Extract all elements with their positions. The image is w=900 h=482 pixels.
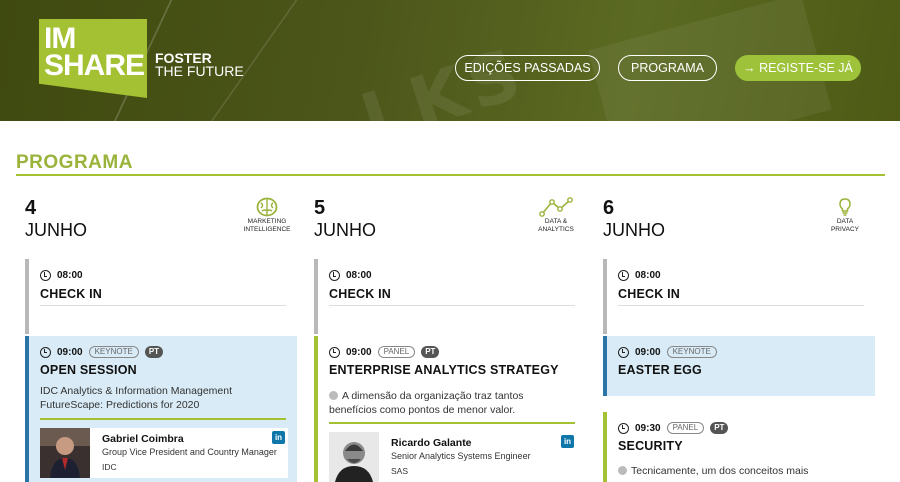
card-green-divider xyxy=(329,422,575,424)
hero-header: LKS IM SHARE FOSTER THE FUTURE EDIÇÕES P… xyxy=(0,0,900,121)
session-time: 08:00 xyxy=(346,270,372,281)
section-divider xyxy=(16,174,885,176)
speaker-role: Senior Analytics Systems Engineer xyxy=(391,451,531,461)
track-marketing-intelligence: MARKETING INTELLIGENCE xyxy=(237,197,297,233)
language-badge: PT xyxy=(421,346,440,358)
session-description: A dimensão da organização traz tantos be… xyxy=(329,389,576,417)
speaker-photo xyxy=(329,432,379,482)
lightbulb-icon xyxy=(839,198,851,216)
clock-icon xyxy=(329,346,340,358)
time-row: 09:30 PANEL PT xyxy=(618,422,729,434)
clock-icon xyxy=(40,270,51,281)
clock-icon xyxy=(618,422,629,434)
session-title: CHECK IN xyxy=(40,287,103,301)
speaker-role: Group Vice President and Country Manager xyxy=(102,447,277,457)
session-title: CHECK IN xyxy=(329,287,392,301)
track-label-line-1: DATA xyxy=(836,218,854,225)
time-row: 09:00 PANEL PT xyxy=(329,346,440,358)
speaker-photo xyxy=(40,428,90,478)
session-title: CHECK IN xyxy=(618,287,681,301)
day-column-3: 6 JUNHO DATA PRIVACY 08:00 CHECK IN 09:0… xyxy=(603,197,875,482)
session-title: SECURITY xyxy=(618,439,683,453)
session-title: EASTER EGG xyxy=(618,363,702,377)
past-editions-button[interactable]: EDIÇÕES PASSADAS xyxy=(455,55,600,81)
session-time: 08:00 xyxy=(635,270,661,281)
card-divider xyxy=(40,305,286,306)
session-type-badge: PANEL xyxy=(666,422,705,434)
brain-icon xyxy=(256,197,278,217)
linkedin-icon[interactable]: in xyxy=(561,435,574,448)
session-description: Tecnicamente, um dos conceitos mais xyxy=(618,464,865,478)
session-title: OPEN SESSION xyxy=(40,363,137,377)
speaker-name: Ricardo Galante xyxy=(391,437,472,449)
speaker-card[interactable]: Ricardo Galante Senior Analytics Systems… xyxy=(329,432,577,482)
register-button[interactable]: → REGISTE-SE JÁ xyxy=(735,55,861,81)
clock-icon xyxy=(618,346,629,358)
description-text-1: Tecnicamente, um dos conceitos mais xyxy=(631,465,809,477)
track-label-line-2: PRIVACY xyxy=(830,226,860,233)
description-icon xyxy=(329,391,338,400)
description-line-1: IDC Analytics & Information Management xyxy=(40,385,233,397)
session-card-enterprise-analytics[interactable]: 09:00 PANEL PT ENTERPRISE ANALYTICS STRA… xyxy=(314,336,586,482)
track-label-line-2: ANALYTICS xyxy=(538,226,574,233)
session-card-easter-egg[interactable]: 09:00 KEYNOTE EASTER EGG xyxy=(603,336,875,396)
session-title: ENTERPRISE ANALYTICS STRATEGY xyxy=(329,363,559,377)
time-row: 09:00 KEYNOTE PT xyxy=(40,346,164,358)
clock-icon xyxy=(329,270,340,281)
description-line-1: Tecnicamente, um dos conceitos mais xyxy=(618,464,865,478)
description-line-2: benefícios como pontos de menor valor. xyxy=(329,404,516,416)
time-row: 08:00 xyxy=(329,270,372,281)
card-divider xyxy=(618,305,864,306)
card-divider xyxy=(329,305,575,306)
checkin-card[interactable]: 08:00 CHECK IN xyxy=(603,259,875,334)
linkedin-icon[interactable]: in xyxy=(272,431,285,444)
track-label-line-2: INTELLIGENCE xyxy=(243,226,291,233)
session-time: 09:00 xyxy=(57,346,83,358)
day-column-1: 4 JUNHO MARKETING INTELLIGENCE 08:00 CHE… xyxy=(25,197,297,482)
time-row: 08:00 xyxy=(618,270,661,281)
session-card-open-session[interactable]: 09:00 KEYNOTE PT OPEN SESSION IDC Analyt… xyxy=(25,336,297,482)
language-badge: PT xyxy=(144,346,164,358)
description-line-2: FutureScape: Predictions for 2020 xyxy=(40,399,200,411)
checkin-card[interactable]: 08:00 CHECK IN xyxy=(314,259,586,334)
speaker-organization: IDC xyxy=(102,462,117,472)
checkin-card[interactable]: 08:00 CHECK IN xyxy=(25,259,297,334)
session-description: IDC Analytics & Information Management F… xyxy=(40,384,287,412)
description-line-1: A dimensão da organização traz tantos xyxy=(329,389,576,403)
session-type-badge: KEYNOTE xyxy=(88,346,139,358)
session-type-badge: KEYNOTE xyxy=(666,346,717,358)
time-row: 09:00 KEYNOTE xyxy=(618,346,717,358)
speaker-name: Gabriel Coimbra xyxy=(102,433,184,445)
session-type-badge: PANEL xyxy=(377,346,416,358)
section-title: PROGRAMA xyxy=(16,152,133,173)
track-data-analytics: DATA & ANALYTICS xyxy=(526,197,586,233)
speaker-organization: SAS xyxy=(391,466,409,476)
time-row: 08:00 xyxy=(40,270,83,281)
logo-line-2: SHARE xyxy=(44,49,145,82)
imshare-logo[interactable]: IM SHARE xyxy=(39,19,147,98)
track-data-privacy: DATA PRIVACY xyxy=(815,197,875,233)
program-section: PROGRAMA 4 JUNHO MARKETING INTELLIGENCE … xyxy=(0,121,900,482)
clock-icon xyxy=(618,270,629,281)
session-time: 09:30 xyxy=(635,422,661,434)
tagline-line-2: THE FUTURE xyxy=(155,63,244,79)
session-time: 09:00 xyxy=(346,346,372,358)
session-card-security[interactable]: 09:30 PANEL PT SECURITY Tecnicamente, um… xyxy=(603,412,875,482)
track-label-line-1: DATA & xyxy=(544,218,568,225)
clock-icon xyxy=(40,346,51,358)
language-badge: PT xyxy=(710,422,729,434)
program-button[interactable]: PROGRAMA xyxy=(618,55,717,81)
card-green-divider xyxy=(40,418,286,420)
speaker-card[interactable]: Gabriel Coimbra Group Vice President and… xyxy=(40,428,288,478)
session-time: 09:00 xyxy=(635,346,661,358)
tagline: FOSTER THE FUTURE xyxy=(155,51,244,79)
chart-line-icon xyxy=(539,197,573,217)
description-text-1: A dimensão da organização traz tantos xyxy=(342,390,524,402)
description-icon xyxy=(618,466,627,475)
day-column-2: 5 JUNHO DATA & ANALYTICS 08:00 CHECK IN xyxy=(314,197,586,482)
track-label-line-1: MARKETING xyxy=(247,218,287,225)
session-time: 08:00 xyxy=(57,270,83,281)
